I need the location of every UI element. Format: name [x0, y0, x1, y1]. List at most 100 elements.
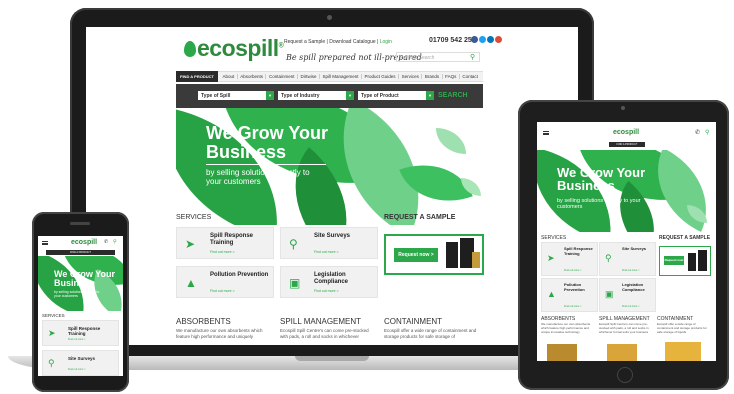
request-now-button[interactable]: Request now >	[394, 248, 438, 262]
containment-text: Ecospill offer a wide range of containme…	[657, 322, 707, 334]
tablet-camera	[621, 106, 625, 110]
filter-search-button[interactable]: SEARCH	[438, 92, 468, 99]
service-card-training[interactable]: ➤ Spill Response Training Find out more …	[176, 227, 274, 259]
nav-item[interactable]: Services	[399, 74, 423, 79]
service-card-pollution[interactable]: ▲ Pollution Prevention Find out more >	[176, 266, 274, 298]
service-card-training[interactable]: ➤ Spill Response Training Find out more …	[541, 242, 598, 276]
top-links[interactable]: Request a Sample | Download Catalogue | …	[284, 39, 392, 45]
sample-panel: Request now	[659, 246, 711, 276]
nav-item[interactable]: FAQs	[443, 74, 460, 79]
hero-subtitle: by selling solutions directly to your cu…	[54, 290, 100, 298]
absorbents-heading[interactable]: ABSORBENTS	[176, 317, 231, 326]
chevron-down-icon: ▼	[426, 91, 434, 100]
service-card-legislation[interactable]: ▣ Legislation Compliance Find out more >	[599, 278, 656, 312]
site-logo[interactable]: ecospill	[71, 239, 97, 246]
spill-kit-image	[688, 253, 696, 271]
laptop-notch	[295, 356, 369, 361]
containment-text: Ecospill offer a wide range of containme…	[384, 328, 477, 339]
services-heading: SERVICES	[42, 313, 65, 318]
search-icon: ⚲	[48, 358, 55, 368]
tablet-home-button[interactable]	[617, 367, 633, 383]
product-filter-bar: Type of Spill ▼ Type of Industry ▼ Type of…	[176, 84, 483, 108]
phone-icon[interactable]: ✆	[104, 239, 108, 245]
spill-kit-image	[698, 250, 707, 271]
service-card-surveys[interactable]: ⚲ Site Surveys Find out more >	[42, 350, 119, 376]
hero-title: We Grow Your Business	[206, 123, 329, 162]
service-card-training[interactable]: ➤ Spill Response Training Find out more …	[42, 320, 119, 346]
product-type-select[interactable]: Type of Product ▼	[358, 91, 434, 100]
chevron-down-icon: ▼	[266, 91, 274, 100]
spill-management-text: Ecospill Spill Centre's can come pre-sto…	[599, 322, 649, 334]
nav-item[interactable]: Containment	[266, 74, 298, 79]
service-card-surveys[interactable]: ⚲ Site Surveys Find out more >	[599, 242, 656, 276]
sample-panel: Request now >	[384, 234, 484, 275]
phone-icon[interactable]: ✆	[695, 129, 700, 136]
nav-item[interactable]: Product Guides	[362, 74, 400, 79]
phone-speaker	[70, 222, 90, 225]
phone-home-button[interactable]	[73, 380, 84, 388]
find-product-button[interactable]: FIND A PRODUCT	[176, 71, 218, 82]
social-links	[471, 36, 502, 43]
product-image	[547, 344, 577, 361]
industry-type-select[interactable]: Type of Industry ▼	[278, 91, 354, 100]
menu-icon[interactable]	[543, 131, 549, 135]
nav-item[interactable]: Brands	[422, 74, 443, 79]
search-icon: ⚲	[605, 253, 612, 263]
nav-item[interactable]: Spill Management	[320, 74, 363, 79]
site-logo[interactable]: ecospill	[613, 129, 639, 136]
tree-icon: ▲	[185, 276, 197, 290]
sample-heading: REQUEST A SAMPLE	[659, 235, 711, 241]
search-icon[interactable]: ⚲	[470, 53, 475, 61]
spill-kit-image	[472, 252, 480, 268]
spill-type-select[interactable]: Type of Spill ▼	[198, 91, 274, 100]
services-heading: SERVICES	[176, 214, 212, 221]
product-image	[607, 344, 637, 361]
spill-kit-image	[446, 242, 458, 268]
product-search-input[interactable]: Product Search	[396, 52, 480, 62]
service-card-legislation[interactable]: ▣ Legislation Compliance Find out more >	[280, 266, 378, 298]
phone-number: 01709 542 259	[429, 37, 476, 44]
nav-item[interactable]: Absorbents	[238, 74, 267, 79]
nav-item[interactable]: About	[220, 74, 238, 79]
rocket-icon: ➤	[48, 328, 56, 338]
hero-divider	[206, 164, 326, 165]
absorbents-text: We manufacture our own absorbents which …	[176, 328, 263, 339]
nav-item[interactable]: Contact	[460, 74, 481, 79]
lock-icon: ▣	[289, 276, 301, 290]
service-card-surveys[interactable]: ⚲ Site Surveys Find out more >	[280, 227, 378, 259]
site-logo[interactable]: ecospill®	[184, 35, 284, 62]
service-card-pollution[interactable]: ▲ Pollution Prevention Find out more >	[541, 278, 598, 312]
request-now-button[interactable]: Request now	[664, 256, 684, 265]
hero-title: We Grow Your Business	[54, 269, 116, 288]
lock-icon: ▣	[605, 289, 614, 299]
google-plus-icon[interactable]	[495, 36, 502, 43]
absorbents-text: We manufacture our own absorbents which …	[541, 322, 591, 334]
laptop-camera	[327, 15, 332, 20]
facebook-icon[interactable]	[471, 36, 478, 43]
product-image	[665, 342, 701, 361]
find-product-button[interactable]: FIND A PRODUCT	[609, 142, 645, 147]
leaf-shape	[436, 128, 466, 154]
chevron-down-icon: ▼	[346, 91, 354, 100]
search-icon[interactable]: ⚲	[113, 239, 117, 245]
laptop-screen: ecospill® Request a Sample | Download Ca…	[86, 27, 578, 345]
phone-screen: ecospill ✆ ⚲ FIND A PRODUCT We Grow Your…	[38, 236, 123, 376]
linkedin-icon[interactable]	[487, 36, 494, 43]
find-product-button[interactable]: FIND A PRODUCT	[46, 250, 115, 255]
spill-management-text: Ecospill Spill Centre's can come pre-sto…	[280, 328, 369, 339]
search-icon[interactable]: ⚲	[705, 129, 709, 136]
menu-icon[interactable]	[42, 241, 48, 245]
nav-item[interactable]: Dirtwise	[298, 74, 320, 79]
hero-subtitle: by selling solutions directly to your cu…	[206, 168, 310, 186]
search-icon: ⚲	[289, 237, 298, 251]
main-nav: FIND A PRODUCT About Absorbents Containm…	[176, 71, 483, 82]
rocket-icon: ➤	[185, 237, 196, 251]
spill-management-heading[interactable]: SPILL MANAGEMENT	[280, 317, 361, 326]
hero-banner: We Grow Your Business by selling solutio…	[176, 108, 483, 225]
twitter-icon[interactable]	[479, 36, 486, 43]
tree-icon: ▲	[547, 289, 556, 299]
hero-title: We Grow Your Business	[557, 165, 646, 193]
containment-heading[interactable]: CONTAINMENT	[384, 317, 442, 326]
login-link[interactable]: Login	[380, 39, 392, 45]
hero-subtitle: by selling solutions directly to your cu…	[557, 198, 641, 210]
